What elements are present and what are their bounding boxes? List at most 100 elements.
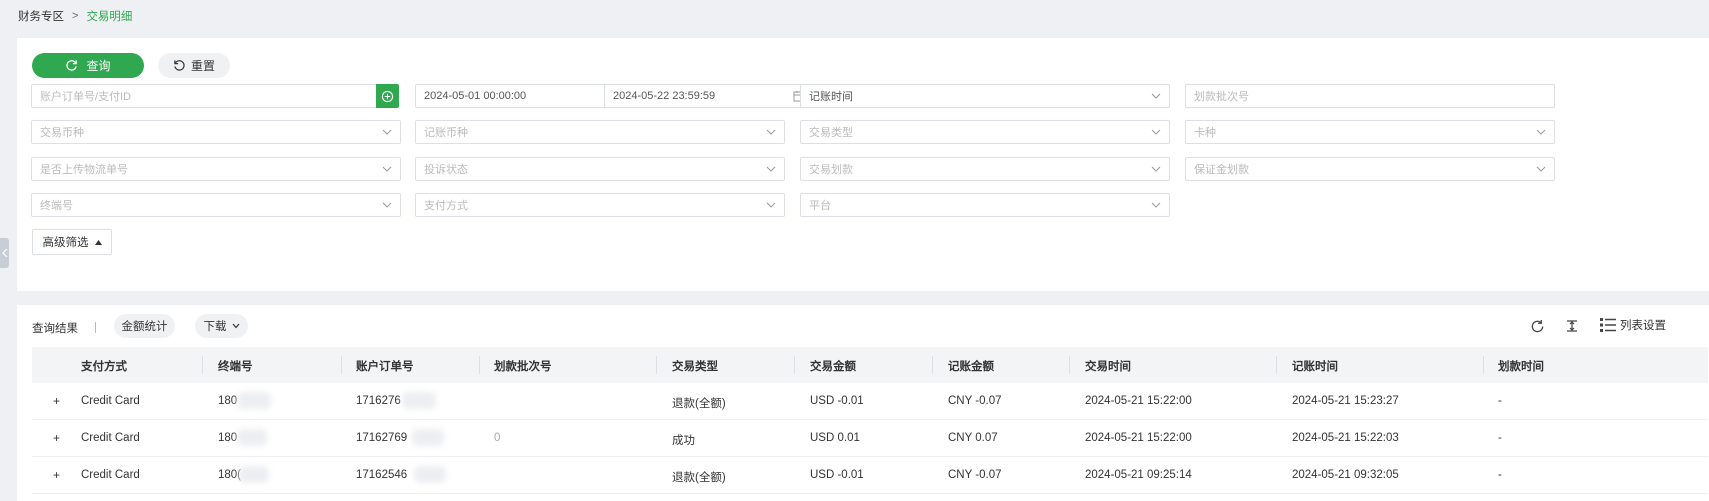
column-header-book-time: 记账时间 [1292, 361, 1338, 373]
cell-trade-type: 退款(全额) [672, 398, 726, 410]
table-row: + Credit Card 180 1716276 退款(全额) USD -0.… [32, 383, 1708, 420]
expand-row-button[interactable]: + [53, 394, 60, 408]
date-start-value: 2024-05-01 00:00:00 [424, 90, 527, 102]
advanced-filter-label: 高级筛选 [42, 237, 89, 249]
chevron-down-icon [1151, 129, 1161, 135]
redacted-mask [414, 466, 446, 483]
time-type-select[interactable]: 记账时间 [800, 84, 1170, 108]
redacted-mask [412, 429, 444, 446]
column-header-terminal: 终端号 [218, 361, 253, 373]
cell-terminal: 180 [218, 432, 238, 444]
sidebar-toggle-handle[interactable] [0, 238, 9, 268]
column-divider [341, 356, 342, 374]
trade-transfer-select[interactable]: 交易划款 [800, 157, 1170, 181]
download-button[interactable]: 下载 [195, 314, 248, 338]
chevron-down-icon [1536, 166, 1546, 172]
redacted-mask [237, 392, 271, 409]
chevron-down-icon [382, 202, 392, 208]
chevron-down-icon [766, 129, 776, 135]
refresh-button[interactable] [1529, 318, 1545, 334]
platform-select[interactable]: 平台 [800, 193, 1170, 217]
column-divider [794, 356, 795, 374]
book-currency-placeholder: 记账币种 [424, 127, 468, 139]
download-label: 下载 [203, 321, 227, 333]
cell-order-no: 17162546 [356, 469, 408, 481]
column-header-trade-time: 交易时间 [1085, 361, 1131, 373]
time-type-value: 记账时间 [809, 91, 853, 103]
terminal-no-select[interactable]: 终端号 [31, 193, 401, 217]
redacted-mask [402, 392, 436, 409]
date-start-input[interactable]: 2024-05-01 00:00:00 [415, 84, 625, 108]
cell-payment-method: Credit Card [81, 469, 140, 481]
deposit-transfer-select[interactable]: 保证金划款 [1185, 157, 1555, 181]
column-divider [1069, 356, 1070, 374]
chevron-down-icon [382, 129, 392, 135]
column-height-button[interactable] [1564, 318, 1580, 334]
order-id-input[interactable]: 账户订单号/支付ID [31, 84, 377, 108]
cell-batch-no: 0 [494, 432, 501, 444]
column-header-order-no: 账户订单号 [356, 361, 414, 373]
add-order-id-button[interactable] [376, 84, 399, 108]
list-settings-button[interactable]: 列表设置 [1600, 317, 1666, 333]
query-button-label: 查询 [86, 59, 111, 73]
cell-book-amount: CNY -0.07 [948, 469, 1002, 481]
list-icon [1600, 318, 1616, 332]
chevron-down-icon [382, 166, 392, 172]
cell-trade-type: 退款(全额) [672, 472, 726, 484]
deposit-transfer-placeholder: 保证金划款 [1194, 164, 1249, 176]
complaint-status-select[interactable]: 投诉状态 [415, 157, 785, 181]
filter-panel: 查询 重置 账户订单号/支付ID 2024-05-01 00:00:00 - 2… [17, 38, 1709, 291]
reset-button-label: 重置 [190, 59, 215, 73]
cell-order-no: 17162769 [356, 432, 408, 444]
reset-button[interactable]: 重置 [158, 53, 230, 78]
book-currency-select[interactable]: 记账币种 [415, 120, 785, 144]
column-divider [932, 356, 933, 374]
chevron-down-icon [766, 202, 776, 208]
trade-type-select[interactable]: 交易类型 [800, 120, 1170, 144]
date-end-input[interactable]: 2024-05-22 23:59:59 [604, 84, 814, 108]
payment-method-select[interactable]: 支付方式 [415, 193, 785, 217]
cell-transfer-time: - [1498, 395, 1502, 407]
divider [95, 322, 96, 333]
redacted-mask [237, 429, 267, 446]
batch-no-input[interactable]: 划款批次号 [1185, 84, 1555, 108]
cell-order-no: 1716276 [356, 395, 401, 407]
cell-book-amount: CNY -0.07 [948, 395, 1002, 407]
cell-terminal: 180( [218, 469, 242, 481]
advanced-filter-button[interactable]: 高级筛选 [32, 229, 112, 255]
table-header: 支付方式 终端号 账户订单号 划款批次号 交易类型 交易金额 记账金额 交易时间… [32, 347, 1708, 383]
list-settings-label: 列表设置 [1620, 320, 1666, 332]
plus-circle-icon [381, 90, 394, 102]
logistics-uploaded-select[interactable]: 是否上传物流单号 [31, 157, 401, 181]
breadcrumb-root[interactable]: 财务专区 [18, 8, 64, 24]
cell-trade-time: 2024-05-21 15:22:00 [1085, 432, 1192, 444]
breadcrumb-separator: > [72, 10, 79, 22]
card-type-select[interactable]: 卡种 [1185, 120, 1555, 144]
chevron-down-icon [1151, 166, 1161, 172]
column-divider [202, 356, 203, 374]
payment-method-placeholder: 支付方式 [424, 200, 468, 212]
expand-row-button[interactable]: + [53, 468, 60, 482]
trade-currency-placeholder: 交易币种 [40, 127, 84, 139]
column-divider [479, 356, 480, 374]
cell-trade-type: 成功 [672, 435, 695, 447]
complaint-status-placeholder: 投诉状态 [424, 164, 468, 176]
amount-stats-button[interactable]: 金额统计 [114, 314, 175, 338]
expand-row-button[interactable]: + [53, 431, 60, 445]
cell-transfer-time: - [1498, 469, 1502, 481]
chevron-down-icon [232, 323, 239, 329]
query-button[interactable]: 查询 [32, 53, 144, 78]
column-header-trade-amount: 交易金额 [810, 361, 856, 373]
reset-icon [174, 60, 185, 71]
cell-trade-amount: USD 0.01 [810, 432, 860, 444]
refresh-search-icon [66, 60, 78, 71]
column-header-batch-no: 划款批次号 [494, 361, 552, 373]
column-header-payment-method: 支付方式 [81, 361, 127, 373]
cell-trade-amount: USD -0.01 [810, 469, 864, 481]
trade-currency-select[interactable]: 交易币种 [31, 120, 401, 144]
order-id-placeholder: 账户订单号/支付ID [40, 91, 132, 103]
results-title: 查询结果 [32, 323, 78, 335]
breadcrumb-current: 交易明细 [86, 11, 133, 23]
result-panel: 查询结果 金额统计 下载 列表设置 支付方式 终端号 账户订单号 划款批次号 交… [17, 305, 1709, 501]
breadcrumb: 财务专区 > 交易明细 [18, 8, 132, 24]
